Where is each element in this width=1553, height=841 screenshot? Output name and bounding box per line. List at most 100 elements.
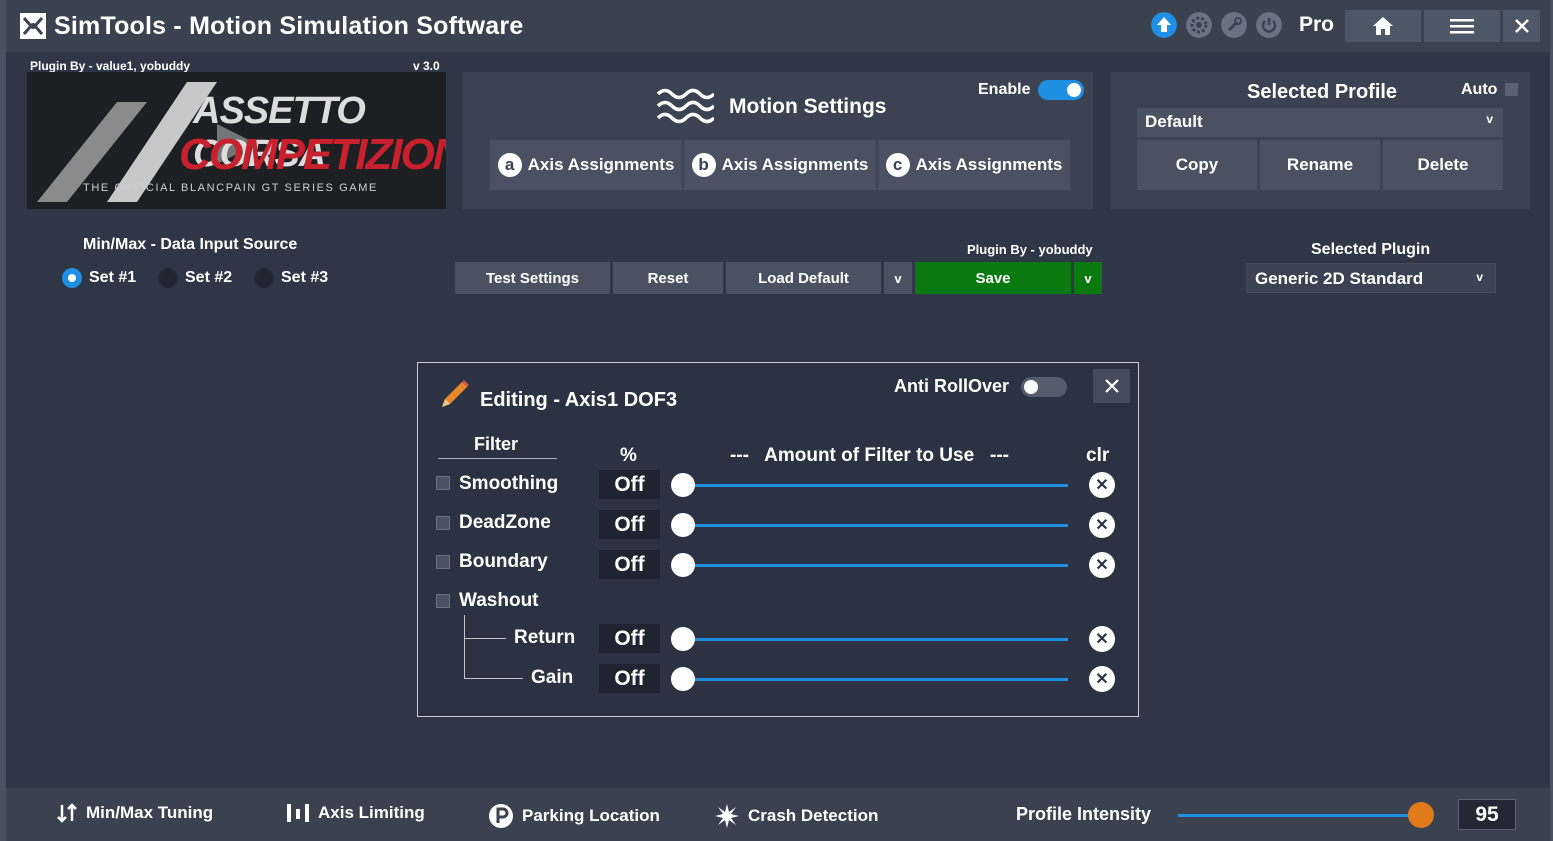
axis-assignments-b-button[interactable]: b Axis Assignments <box>684 140 876 190</box>
axis-limiting-label: Axis Limiting <box>318 803 425 822</box>
wrench-icon[interactable] <box>1221 12 1247 38</box>
boundary-value[interactable]: Off <box>599 550 660 579</box>
axis-assignments-a-label: Axis Assignments <box>527 155 675 174</box>
copy-profile-button[interactable]: Copy <box>1137 140 1257 190</box>
deadzone-value[interactable]: Off <box>599 510 660 539</box>
game-title-line2: COMPETIZIONE <box>179 130 446 179</box>
enable-toggle[interactable] <box>1038 80 1084 100</box>
set-2-radio[interactable]: Set #2 <box>158 268 232 288</box>
title-bar: SimTools - Motion Simulation Software Pr… <box>6 0 1550 52</box>
filter-header-underline <box>438 458 557 459</box>
app-title: SimTools - Motion Simulation Software <box>54 12 524 40</box>
deadzone-clear-button[interactable]: ✕ <box>1089 512 1115 538</box>
parking-location-button[interactable]: Parking Location <box>488 803 660 829</box>
close-window-button[interactable] <box>1503 10 1540 42</box>
boundary-label: Boundary <box>459 551 548 572</box>
deadzone-checkbox[interactable] <box>436 516 450 530</box>
reset-button[interactable]: Reset <box>613 262 723 294</box>
save-dropdown-button[interactable]: v <box>1074 262 1102 294</box>
profile-intensity-label: Profile Intensity <box>1016 804 1152 824</box>
plugin-version-label: v 3.0 <box>413 59 440 73</box>
profile-dropdown[interactable]: Default v <box>1137 108 1503 137</box>
crash-detection-label: Crash Detection <box>748 806 879 825</box>
load-default-button[interactable]: Load Default <box>726 262 881 294</box>
boundary-checkbox[interactable] <box>436 555 450 569</box>
letter-a-icon: a <box>497 153 522 177</box>
deadzone-slider-track[interactable] <box>682 524 1068 527</box>
selected-plugin-title: Selected Plugin <box>1311 241 1431 258</box>
washout-tree-branch-gain <box>464 678 523 679</box>
bottom-toolbar: Min/Max Tuning Axis Limiting Parking Loc… <box>6 788 1550 841</box>
anti-rollover-toggle[interactable] <box>1021 377 1067 397</box>
plugin-author-label: Plugin By - value1, yobuddy <box>30 59 191 73</box>
plugin-dropdown[interactable]: Generic 2D Standard v <box>1246 263 1496 293</box>
delete-profile-button[interactable]: Delete <box>1383 140 1503 190</box>
gain-slider-knob[interactable] <box>671 667 695 691</box>
minmax-tuning-button[interactable]: Min/Max Tuning <box>56 803 213 823</box>
smoothing-slider-track[interactable] <box>682 484 1068 487</box>
intensity-slider-knob[interactable] <box>1408 802 1434 828</box>
power-icon[interactable] <box>1256 12 1282 38</box>
filter-column-header: Filter <box>474 434 519 454</box>
gain-clear-button[interactable]: ✕ <box>1089 666 1115 692</box>
crash-burst-icon <box>715 804 739 828</box>
close-dialog-button[interactable] <box>1093 369 1130 403</box>
letter-b-icon: b <box>691 153 716 177</box>
menu-button[interactable] <box>1424 10 1500 42</box>
washout-checkbox[interactable] <box>436 594 450 608</box>
radio-unselected-icon <box>158 268 178 288</box>
motion-settings-panel: Motion Settings Enable a Axis Assignment… <box>463 72 1093 209</box>
enable-toggle-knob <box>1067 83 1081 97</box>
return-value[interactable]: Off <box>599 624 660 653</box>
update-arrow-icon[interactable] <box>1151 12 1177 38</box>
pencil-icon <box>442 380 469 407</box>
gain-value[interactable]: Off <box>599 664 660 693</box>
axis-assignments-c-button[interactable]: c Axis Assignments <box>878 140 1070 190</box>
home-button[interactable] <box>1345 10 1421 42</box>
set-3-radio[interactable]: Set #3 <box>254 268 328 288</box>
return-slider-track[interactable] <box>682 638 1068 641</box>
smoothing-checkbox[interactable] <box>436 476 450 490</box>
letter-c-icon: c <box>885 153 910 177</box>
axis-limiting-button[interactable]: Axis Limiting <box>286 803 425 823</box>
editor-title: Editing - Axis1 DOF3 <box>480 389 678 411</box>
radio-unselected-icon <box>254 268 274 288</box>
boundary-slider-track[interactable] <box>682 564 1068 567</box>
selected-profile-panel: Selected Profile Auto Default v Copy Ren… <box>1111 72 1530 209</box>
set-1-label: Set #1 <box>89 269 137 286</box>
test-settings-button[interactable]: Test Settings <box>455 262 610 294</box>
return-slider-knob[interactable] <box>671 627 695 651</box>
smoothing-slider-knob[interactable] <box>671 473 695 497</box>
crash-detection-button[interactable]: Crash Detection <box>714 803 878 829</box>
up-down-arrows-icon <box>57 803 77 823</box>
game-banner: ASSETTO CORSA COMPETIZIONE THE OFFICIAL … <box>27 72 446 209</box>
enable-label: Enable <box>978 81 1031 98</box>
radio-selected-icon <box>62 268 82 288</box>
deadzone-slider-knob[interactable] <box>671 513 695 537</box>
axis-assignments-a-button[interactable]: a Axis Assignments <box>490 140 682 190</box>
boundary-clear-button[interactable]: ✕ <box>1089 552 1115 578</box>
settings-gear-icon[interactable] <box>1186 12 1212 38</box>
gain-slider-track[interactable] <box>682 678 1068 681</box>
set-1-radio[interactable]: Set #1 <box>62 268 136 288</box>
washout-tree-branch-return <box>464 638 506 639</box>
axis-assignments-b-label: Axis Assignments <box>721 155 869 174</box>
boundary-slider-knob[interactable] <box>671 553 695 577</box>
load-default-dropdown-button[interactable]: v <box>884 262 912 294</box>
return-clear-button[interactable]: ✕ <box>1089 626 1115 652</box>
anti-rollover-label: Anti RollOver <box>894 376 1010 396</box>
hamburger-menu-icon <box>1450 19 1474 34</box>
auto-checkbox[interactable] <box>1505 83 1518 96</box>
auto-label: Auto <box>1461 81 1498 98</box>
smoothing-value[interactable]: Off <box>599 470 660 499</box>
input-source-title: Min/Max - Data Input Source <box>83 236 298 253</box>
plugin-dropdown-value: Generic 2D Standard <box>1255 269 1424 288</box>
intensity-value[interactable]: 95 <box>1458 799 1516 830</box>
rename-profile-button[interactable]: Rename <box>1260 140 1380 190</box>
minmax-tuning-label: Min/Max Tuning <box>86 803 214 822</box>
smoothing-clear-button[interactable]: ✕ <box>1089 472 1115 498</box>
save-button[interactable]: Save <box>915 262 1071 294</box>
deadzone-label: DeadZone <box>459 512 551 533</box>
washout-tree-vertical <box>464 615 465 678</box>
intensity-slider-track[interactable] <box>1178 814 1424 817</box>
